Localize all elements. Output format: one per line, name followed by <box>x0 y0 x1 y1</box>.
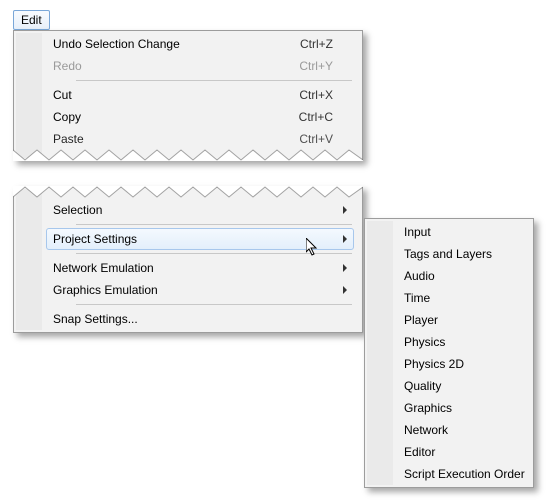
menu-item-paste[interactable]: Paste Ctrl+V <box>46 128 354 150</box>
submenu-item-input[interactable]: Input <box>397 221 525 243</box>
menu-item-label: Copy <box>53 110 259 124</box>
submenu-item-audio[interactable]: Audio <box>397 265 525 287</box>
menu-item-label: Physics 2D <box>404 357 504 371</box>
menu-item-label: Selection <box>53 203 333 217</box>
menu-separator <box>76 253 352 254</box>
submenu-item-physics[interactable]: Physics <box>397 331 525 353</box>
submenu-arrow-icon <box>343 286 347 294</box>
submenu-arrow-icon <box>343 264 347 272</box>
submenu-item-quality[interactable]: Quality <box>397 375 525 397</box>
submenu-item-graphics[interactable]: Graphics <box>397 397 525 419</box>
menu-item-cut[interactable]: Cut Ctrl+X <box>46 84 354 106</box>
menu-item-redo[interactable]: Redo Ctrl+Y <box>46 55 354 77</box>
menu-item-selection[interactable]: Selection <box>46 199 354 221</box>
submenu-item-script-execution-order[interactable]: Script Execution Order <box>397 463 525 485</box>
menu-item-network-emulation[interactable]: Network Emulation <box>46 257 354 279</box>
submenu-item-network[interactable]: Network <box>397 419 525 441</box>
menu-item-label: Graphics Emulation <box>53 283 333 297</box>
edit-menu-bottom: Selection Project Settings Network Emula… <box>13 186 363 333</box>
menu-item-label: Redo <box>53 59 259 73</box>
project-settings-submenu: Input Tags and Layers Audio Time Player … <box>364 218 534 488</box>
submenu-item-time[interactable]: Time <box>397 287 525 309</box>
menu-separator <box>76 224 352 225</box>
menu-item-project-settings[interactable]: Project Settings <box>46 228 354 250</box>
menubar-edit-button[interactable]: Edit <box>13 10 50 30</box>
menu-item-label: Graphics <box>404 401 504 415</box>
torn-edge-icon <box>13 186 363 200</box>
menu-item-label: Network <box>404 423 504 437</box>
menu-item-label: Script Execution Order <box>404 467 525 481</box>
submenu-item-tags-and-layers[interactable]: Tags and Layers <box>397 243 525 265</box>
menu-item-undo[interactable]: Undo Selection Change Ctrl+Z <box>46 33 354 55</box>
menu-item-shortcut: Ctrl+V <box>299 132 333 146</box>
submenu-arrow-icon <box>343 206 347 214</box>
menu-item-label: Editor <box>404 445 504 459</box>
menu-item-label: Undo Selection Change <box>53 37 260 51</box>
menu-item-label: Paste <box>53 132 259 146</box>
menu-item-label: Cut <box>53 88 259 102</box>
submenu-item-physics-2d[interactable]: Physics 2D <box>397 353 525 375</box>
menu-item-graphics-emulation[interactable]: Graphics Emulation <box>46 279 354 301</box>
menu-item-label: Input <box>404 225 504 239</box>
menu-item-label: Snap Settings... <box>53 312 333 326</box>
menu-item-shortcut: Ctrl+C <box>299 110 333 124</box>
menu-item-label: Player <box>404 313 504 327</box>
menu-item-label: Physics <box>404 335 504 349</box>
menu-item-label: Audio <box>404 269 504 283</box>
submenu-item-editor[interactable]: Editor <box>397 441 525 463</box>
menu-item-label: Quality <box>404 379 504 393</box>
menu-item-copy[interactable]: Copy Ctrl+C <box>46 106 354 128</box>
menu-separator <box>76 304 352 305</box>
submenu-arrow-icon <box>343 235 347 243</box>
menu-item-label: Tags and Layers <box>404 247 504 261</box>
menu-item-snap-settings[interactable]: Snap Settings... <box>46 308 354 330</box>
menubar-edit-label: Edit <box>21 13 42 27</box>
menu-item-shortcut: Ctrl+Z <box>300 37 333 51</box>
menu-item-shortcut: Ctrl+Y <box>299 59 333 73</box>
edit-menu-top: Undo Selection Change Ctrl+Z Redo Ctrl+Y… <box>13 30 363 161</box>
menu-item-label: Project Settings <box>53 232 333 246</box>
submenu-item-player[interactable]: Player <box>397 309 525 331</box>
menu-item-shortcut: Ctrl+X <box>299 88 333 102</box>
menu-separator <box>76 80 352 81</box>
menu-item-label: Time <box>404 291 504 305</box>
menu-item-label: Network Emulation <box>53 261 333 275</box>
